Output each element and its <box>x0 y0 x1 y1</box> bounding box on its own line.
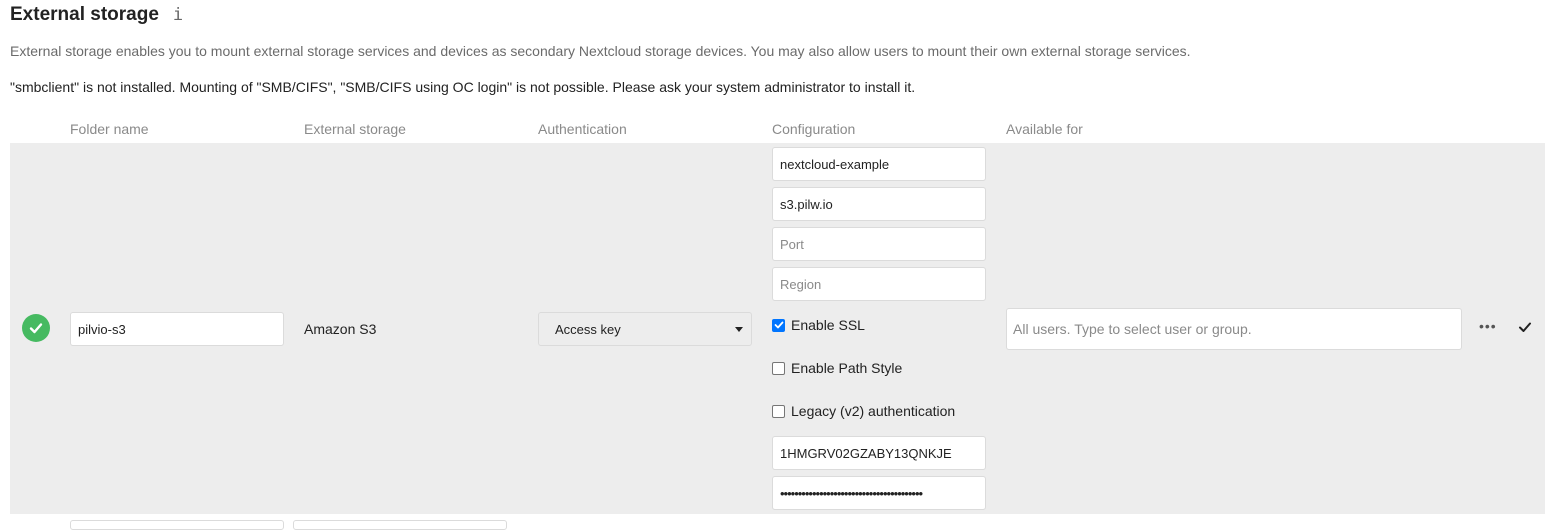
column-header-authentication: Authentication <box>538 121 627 137</box>
available-for-input[interactable] <box>1006 308 1462 350</box>
section-description: External storage enables you to mount ex… <box>10 43 1191 59</box>
enable-path-style-label: Enable Path Style <box>791 360 903 376</box>
access-key-input[interactable] <box>772 436 986 470</box>
new-folder-name-input[interactable] <box>70 520 284 530</box>
region-input[interactable] <box>772 267 986 301</box>
page-header: External storage i <box>10 4 183 26</box>
enable-ssl-checkbox[interactable] <box>772 318 785 332</box>
more-icon[interactable]: ••• <box>1479 318 1497 334</box>
storage-backend-label: Amazon S3 <box>304 321 377 337</box>
legacy-auth-checkbox[interactable] <box>772 404 785 418</box>
status-ok-icon[interactable] <box>22 314 50 342</box>
info-icon[interactable]: i <box>173 5 183 25</box>
port-input[interactable] <box>772 227 986 261</box>
column-header-folder-name: Folder name <box>70 121 149 137</box>
legacy-auth-label: Legacy (v2) authentication <box>791 403 956 419</box>
authentication-select[interactable]: Access key <box>538 312 752 346</box>
legacy-auth-option: Legacy (v2) authentication <box>772 403 955 419</box>
enable-path-style-checkbox[interactable] <box>772 361 785 375</box>
chevron-down-icon <box>735 326 743 332</box>
checkmark-icon[interactable] <box>1518 320 1532 339</box>
bucket-input[interactable] <box>772 147 986 181</box>
smbclient-warning: "smbclient" is not installed. Mounting o… <box>10 79 916 95</box>
hostname-input[interactable] <box>772 187 986 221</box>
add-storage-select[interactable] <box>293 520 507 530</box>
enable-path-style-option: Enable Path Style <box>772 360 902 376</box>
enable-ssl-option: Enable SSL <box>772 317 865 333</box>
column-header-external-storage: External storage <box>304 121 406 137</box>
column-header-available-for: Available for <box>1006 121 1083 137</box>
authentication-select-value: Access key <box>555 321 621 337</box>
enable-ssl-label: Enable SSL <box>791 317 865 333</box>
secret-key-input[interactable] <box>772 476 986 510</box>
page-title: External storage <box>10 4 159 25</box>
folder-name-input[interactable] <box>70 312 284 346</box>
column-header-configuration: Configuration <box>772 121 856 137</box>
